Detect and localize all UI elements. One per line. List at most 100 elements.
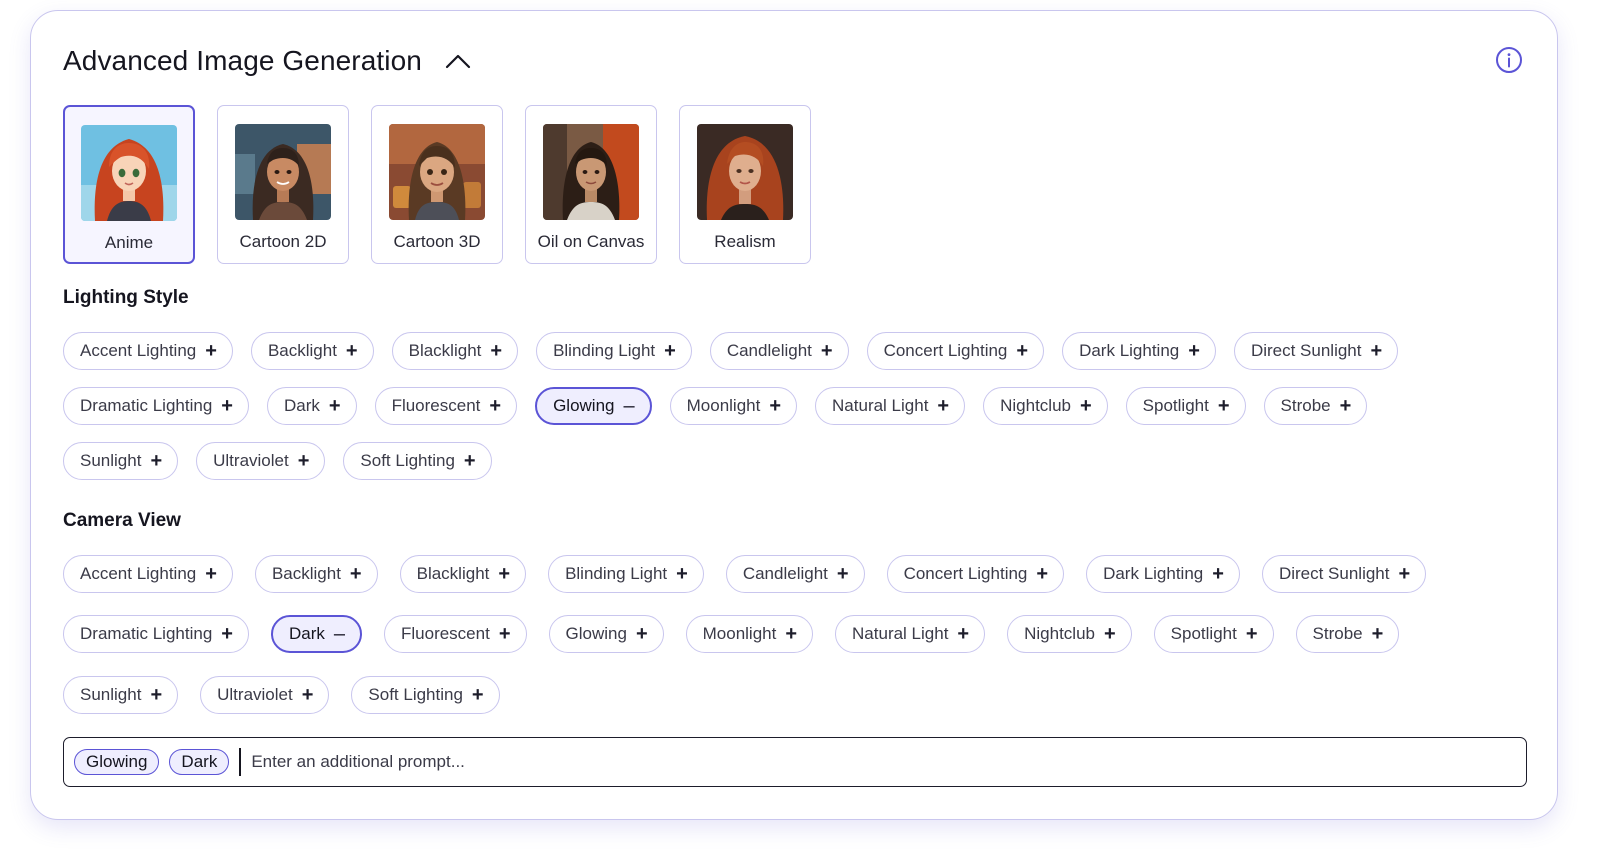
chip-natural-light[interactable]: Natural Light + xyxy=(835,615,986,653)
chip-ultraviolet[interactable]: Ultraviolet + xyxy=(196,442,326,480)
chip-candlelight[interactable]: Candlelight + xyxy=(709,332,849,370)
chip-label: Fluorescent xyxy=(401,624,490,643)
chip-label: Backlight xyxy=(267,341,337,360)
plus-icon: + xyxy=(221,623,233,645)
plus-icon: + xyxy=(1212,563,1224,585)
chip-label: Strobe xyxy=(1280,396,1331,415)
chip-moonlight[interactable]: Moonlight + xyxy=(685,615,814,653)
chip-moonlight[interactable]: Moonlight + xyxy=(669,387,798,425)
style-thumbnail-realism xyxy=(697,124,793,220)
chip-label: Natural Light xyxy=(852,624,949,643)
chip-sunlight[interactable]: Sunlight + xyxy=(63,676,179,714)
info-icon xyxy=(1496,47,1522,73)
chip-nightclub[interactable]: Nightclub + xyxy=(1007,615,1132,653)
chip-label: Sunlight xyxy=(80,451,142,470)
style-card-cartoon-2d[interactable]: Cartoon 2D xyxy=(217,105,349,264)
chip-sunlight[interactable]: Sunlight + xyxy=(63,442,179,480)
plus-icon: + xyxy=(785,623,798,645)
style-thumbnail-cartoon-3d xyxy=(389,124,485,220)
chip-candlelight[interactable]: Candlelight + xyxy=(725,555,865,593)
chip-dark[interactable]: Dark + xyxy=(266,387,357,425)
chip-glowing[interactable]: Glowing + xyxy=(548,615,664,653)
prompt-tag-dark[interactable]: Dark xyxy=(169,749,230,775)
chip-concert-lighting[interactable]: Concert Lighting + xyxy=(866,332,1045,370)
chip-label: Glowing xyxy=(565,624,627,643)
plus-icon: + xyxy=(1370,340,1383,362)
chip-blinding-light[interactable]: Blinding Light + xyxy=(536,332,692,370)
camera-chip-row-3: Sunlight + Ultraviolet + Soft Lighting + xyxy=(63,676,500,714)
prompt-tag-glowing[interactable]: Glowing xyxy=(74,749,160,775)
plus-icon: + xyxy=(1398,563,1411,585)
style-card-realism[interactable]: Realism xyxy=(679,105,811,264)
chip-label: Blinding Light xyxy=(565,564,668,583)
chip-soft-lighting[interactable]: Soft Lighting + xyxy=(351,676,500,714)
chip-accent-lighting[interactable]: Accent Lighting + xyxy=(63,555,233,593)
style-card-cartoon-3d[interactable]: Cartoon 3D xyxy=(371,105,503,264)
plus-icon: + xyxy=(471,684,484,706)
chip-label: Nightclub xyxy=(1000,396,1071,415)
chip-label: Blacklight xyxy=(408,341,482,360)
chip-direct-sunlight[interactable]: Direct Sunlight + xyxy=(1261,555,1427,593)
plus-icon: + xyxy=(1036,563,1049,585)
chip-glowing[interactable]: Glowing – xyxy=(535,387,652,425)
chip-label: Concert Lighting xyxy=(903,564,1028,583)
plus-icon: + xyxy=(820,340,833,362)
chip-dark[interactable]: Dark – xyxy=(270,615,362,653)
additional-prompt-field[interactable]: Glowing Dark xyxy=(63,737,1527,787)
chip-label: Moonlight xyxy=(686,396,761,415)
chip-dark-lighting[interactable]: Dark Lighting + xyxy=(1086,555,1240,593)
style-label: Realism xyxy=(714,232,776,251)
plus-icon: + xyxy=(635,623,648,645)
collapse-button[interactable] xyxy=(444,47,472,75)
chip-label: Sunlight xyxy=(80,685,142,704)
chip-label: Blinding Light xyxy=(553,341,656,360)
chip-blacklight[interactable]: Blacklight + xyxy=(391,332,519,370)
chip-fluorescent[interactable]: Fluorescent + xyxy=(384,615,527,653)
chip-accent-lighting[interactable]: Accent Lighting + xyxy=(63,332,233,370)
plus-icon: + xyxy=(150,450,163,472)
chip-spotlight[interactable]: Spotlight + xyxy=(1125,387,1246,425)
chip-dramatic-lighting[interactable]: Dramatic Lighting + xyxy=(63,615,249,653)
plus-icon: + xyxy=(498,623,511,645)
chip-label: Soft Lighting xyxy=(360,451,455,470)
additional-prompt-input[interactable] xyxy=(251,742,1526,782)
plus-icon: + xyxy=(489,395,502,417)
chip-label: Candlelight xyxy=(742,564,828,583)
plus-icon: + xyxy=(1079,395,1092,417)
plus-icon: + xyxy=(301,684,314,706)
plus-icon: + xyxy=(957,623,970,645)
chip-strobe[interactable]: Strobe + xyxy=(1263,387,1368,425)
chip-natural-light[interactable]: Natural Light + xyxy=(815,387,966,425)
chip-label: Dark Lighting xyxy=(1079,341,1180,360)
chip-ultraviolet[interactable]: Ultraviolet + xyxy=(200,676,330,714)
lighting-chip-row-3: Sunlight + Ultraviolet + Soft Lighting + xyxy=(63,442,492,480)
chip-concert-lighting[interactable]: Concert Lighting + xyxy=(886,555,1065,593)
chip-strobe[interactable]: Strobe + xyxy=(1295,615,1400,653)
style-thumbnail-anime xyxy=(81,125,177,221)
chip-nightclub[interactable]: Nightclub + xyxy=(983,387,1108,425)
chip-label: Dark Lighting xyxy=(1103,564,1204,583)
chip-blinding-light[interactable]: Blinding Light + xyxy=(548,555,704,593)
plus-icon: + xyxy=(1188,340,1200,362)
chip-label: Accent Lighting xyxy=(80,341,197,360)
style-thumbnail-oil-on-canvas xyxy=(543,124,639,220)
plus-icon: + xyxy=(836,563,849,585)
chip-backlight[interactable]: Backlight + xyxy=(254,555,378,593)
plus-icon: + xyxy=(463,450,476,472)
style-card-anime[interactable]: Anime xyxy=(63,105,195,264)
chip-spotlight[interactable]: Spotlight + xyxy=(1153,615,1274,653)
chip-label: Candlelight xyxy=(726,341,812,360)
plus-icon: + xyxy=(1103,623,1116,645)
chip-soft-lighting[interactable]: Soft Lighting + xyxy=(343,442,492,480)
info-button[interactable] xyxy=(1495,46,1523,74)
chip-dark-lighting[interactable]: Dark Lighting + xyxy=(1062,332,1216,370)
plus-icon: + xyxy=(1217,395,1230,417)
chip-dramatic-lighting[interactable]: Dramatic Lighting + xyxy=(63,387,249,425)
chip-backlight[interactable]: Backlight + xyxy=(250,332,374,370)
chip-fluorescent[interactable]: Fluorescent + xyxy=(374,387,518,425)
chip-blacklight[interactable]: Blacklight + xyxy=(399,555,527,593)
chip-label: Glowing xyxy=(553,396,615,415)
style-card-oil-on-canvas[interactable]: Oil on Canvas xyxy=(525,105,657,264)
chip-direct-sunlight[interactable]: Direct Sunlight + xyxy=(1233,332,1399,370)
plus-icon: + xyxy=(297,450,310,472)
